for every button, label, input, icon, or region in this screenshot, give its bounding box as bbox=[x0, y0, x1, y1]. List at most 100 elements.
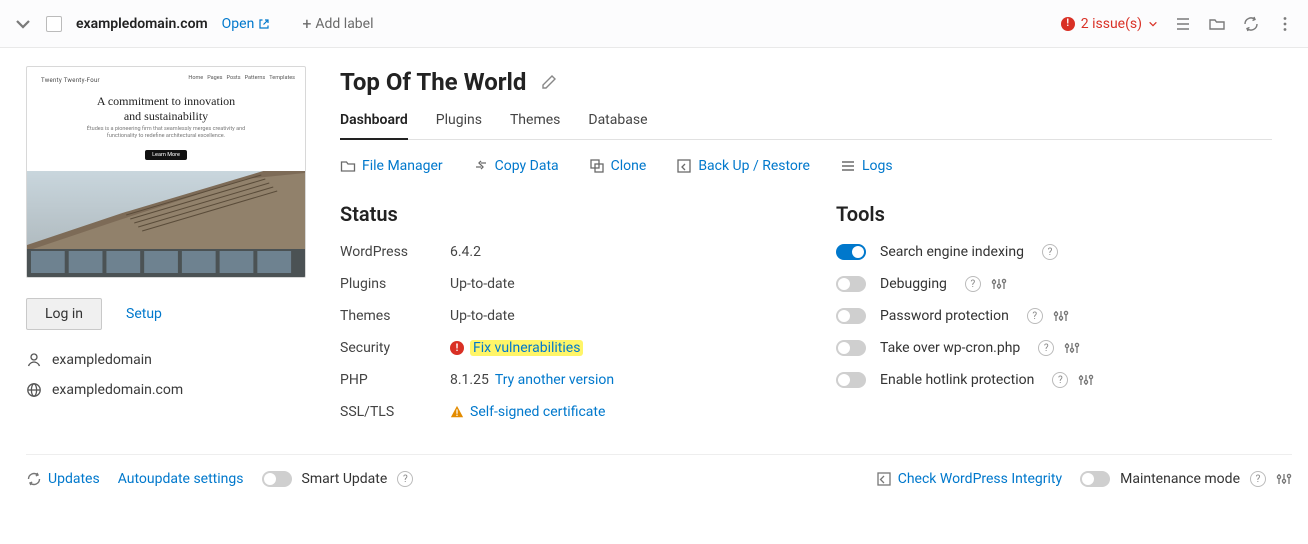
maintenance-label: Maintenance mode bbox=[1120, 471, 1240, 487]
status-ssl-label: SSL/TLS bbox=[340, 404, 450, 420]
fix-vulnerabilities-link[interactable]: Fix vulnerabilities bbox=[470, 340, 583, 356]
open-site-link[interactable]: Open bbox=[222, 16, 271, 32]
status-plugins-value: Up-to-date bbox=[450, 276, 776, 292]
edit-title-icon[interactable] bbox=[540, 73, 558, 91]
tab-database[interactable]: Database bbox=[588, 108, 647, 139]
alert-icon: ! bbox=[1061, 17, 1075, 31]
action-backup[interactable]: Back Up / Restore bbox=[676, 158, 810, 174]
issues-text: 2 issue(s) bbox=[1081, 16, 1142, 32]
globe-icon bbox=[26, 382, 42, 398]
preview-cta: Learn More bbox=[145, 150, 187, 160]
help-icon[interactable]: ? bbox=[1038, 340, 1054, 356]
topbar: exampledomain.com Open + Add label ! 2 i… bbox=[0, 0, 1308, 48]
backup-icon bbox=[676, 158, 692, 174]
plus-icon: + bbox=[302, 16, 311, 32]
status-ssl-value: Self-signed certificate bbox=[450, 404, 776, 420]
status-php-value: 8.1.25 Try another version bbox=[450, 372, 776, 388]
open-label: Open bbox=[222, 16, 255, 32]
sync-icon bbox=[26, 471, 42, 487]
status-themes-value: Up-to-date bbox=[450, 308, 776, 324]
site-url-label: exampledomain.com bbox=[52, 382, 183, 398]
list-view-icon[interactable] bbox=[1174, 15, 1192, 33]
logs-icon bbox=[840, 158, 856, 174]
external-link-icon bbox=[258, 18, 270, 30]
kebab-menu-icon[interactable] bbox=[1276, 15, 1294, 33]
footer: Updates Autoupdate settings Smart Update… bbox=[26, 454, 1292, 487]
toggle-password-protection[interactable] bbox=[836, 308, 866, 324]
warning-icon bbox=[450, 405, 464, 419]
tab-dashboard[interactable]: Dashboard bbox=[340, 108, 408, 140]
status-plugins-label: Plugins bbox=[340, 276, 450, 292]
select-site-checkbox[interactable] bbox=[46, 16, 62, 32]
help-icon[interactable]: ? bbox=[1027, 308, 1043, 324]
sliders-icon[interactable] bbox=[1078, 372, 1094, 388]
php-try-another-link[interactable]: Try another version bbox=[495, 372, 614, 388]
sync-icon[interactable] bbox=[1242, 15, 1260, 33]
folder-icon[interactable] bbox=[1208, 15, 1226, 33]
tab-plugins[interactable]: Plugins bbox=[436, 108, 482, 139]
check-in-box-icon bbox=[876, 471, 892, 487]
clone-icon bbox=[589, 158, 605, 174]
action-clone[interactable]: Clone bbox=[589, 158, 647, 174]
tool-wp-cron: Take over wp-cron.php ? bbox=[836, 340, 1272, 356]
integrity-link[interactable]: Check WordPress Integrity bbox=[876, 471, 1062, 487]
toggle-debugging[interactable] bbox=[836, 276, 866, 292]
status-security-label: Security bbox=[340, 340, 450, 356]
toggle-smart-update[interactable] bbox=[262, 471, 292, 487]
tool-debugging: Debugging ? bbox=[836, 276, 1272, 292]
site-preview[interactable]: Twenty Twenty-Four HomePagesPostsPattern… bbox=[26, 66, 306, 278]
help-icon[interactable]: ? bbox=[1250, 471, 1266, 487]
help-icon[interactable]: ? bbox=[1042, 244, 1058, 260]
toggle-maintenance[interactable] bbox=[1080, 471, 1110, 487]
copy-icon bbox=[473, 158, 489, 174]
alert-icon: ! bbox=[450, 341, 464, 355]
smart-update-label: Smart Update bbox=[302, 471, 388, 487]
updates-link[interactable]: Updates bbox=[26, 471, 100, 487]
sliders-icon[interactable] bbox=[1276, 471, 1292, 487]
status-wordpress-label: WordPress bbox=[340, 244, 450, 260]
help-icon[interactable]: ? bbox=[965, 276, 981, 292]
action-file-manager[interactable]: File Manager bbox=[340, 158, 443, 174]
right-column: Top Of The World Dashboard Plugins Theme… bbox=[340, 66, 1292, 420]
tools-panel: Tools Search engine indexing ? Debugging… bbox=[836, 202, 1272, 420]
status-heading: Status bbox=[340, 202, 776, 226]
user-icon bbox=[26, 352, 42, 368]
action-logs[interactable]: Logs bbox=[840, 158, 893, 174]
tabs: Dashboard Plugins Themes Database bbox=[340, 108, 1272, 140]
login-button[interactable]: Log in bbox=[26, 298, 102, 330]
add-label-button[interactable]: + Add label bbox=[302, 16, 373, 32]
status-themes-label: Themes bbox=[340, 308, 450, 324]
maintenance-row: Maintenance mode ? bbox=[1080, 471, 1292, 487]
status-php-label: PHP bbox=[340, 372, 450, 388]
toggle-search-engine-indexing[interactable] bbox=[836, 244, 866, 260]
chevron-down-icon bbox=[1148, 19, 1158, 29]
help-icon[interactable]: ? bbox=[1052, 372, 1068, 388]
action-row: File Manager Copy Data Clone Back Up / R… bbox=[340, 158, 1272, 174]
collapse-caret-icon[interactable] bbox=[14, 15, 32, 33]
toggle-hotlink-protection[interactable] bbox=[836, 372, 866, 388]
autoupdate-link[interactable]: Autoupdate settings bbox=[118, 471, 244, 487]
ssl-cert-link[interactable]: Self-signed certificate bbox=[470, 404, 605, 420]
toggle-wp-cron[interactable] bbox=[836, 340, 866, 356]
tool-search-engine-indexing: Search engine indexing ? bbox=[836, 244, 1272, 260]
issues-indicator[interactable]: ! 2 issue(s) bbox=[1061, 16, 1158, 32]
status-security-value: ! Fix vulnerabilities bbox=[450, 340, 776, 356]
preview-nav: HomePagesPostsPatternsTemplates bbox=[188, 75, 295, 81]
help-icon[interactable]: ? bbox=[397, 471, 413, 487]
tools-heading: Tools bbox=[836, 202, 1272, 226]
status-wordpress-value: 6.4.2 bbox=[450, 244, 776, 260]
tab-themes[interactable]: Themes bbox=[510, 108, 560, 139]
status-panel: Status WordPress 6.4.2 Plugins Up-to-dat… bbox=[340, 202, 776, 420]
action-copy-data[interactable]: Copy Data bbox=[473, 158, 559, 174]
folder-icon bbox=[340, 158, 356, 174]
sliders-icon[interactable] bbox=[1064, 340, 1080, 356]
owner-row: exampledomain bbox=[26, 352, 306, 368]
tool-hotlink-protection: Enable hotlink protection ? bbox=[836, 372, 1272, 388]
sliders-icon[interactable] bbox=[1053, 308, 1069, 324]
setup-link[interactable]: Setup bbox=[126, 306, 162, 322]
sliders-icon[interactable] bbox=[991, 276, 1007, 292]
page-title: Top Of The World bbox=[340, 68, 526, 96]
tool-password-protection: Password protection ? bbox=[836, 308, 1272, 324]
left-column: Twenty Twenty-Four HomePagesPostsPattern… bbox=[26, 66, 306, 420]
domain-name: exampledomain.com bbox=[76, 16, 208, 32]
